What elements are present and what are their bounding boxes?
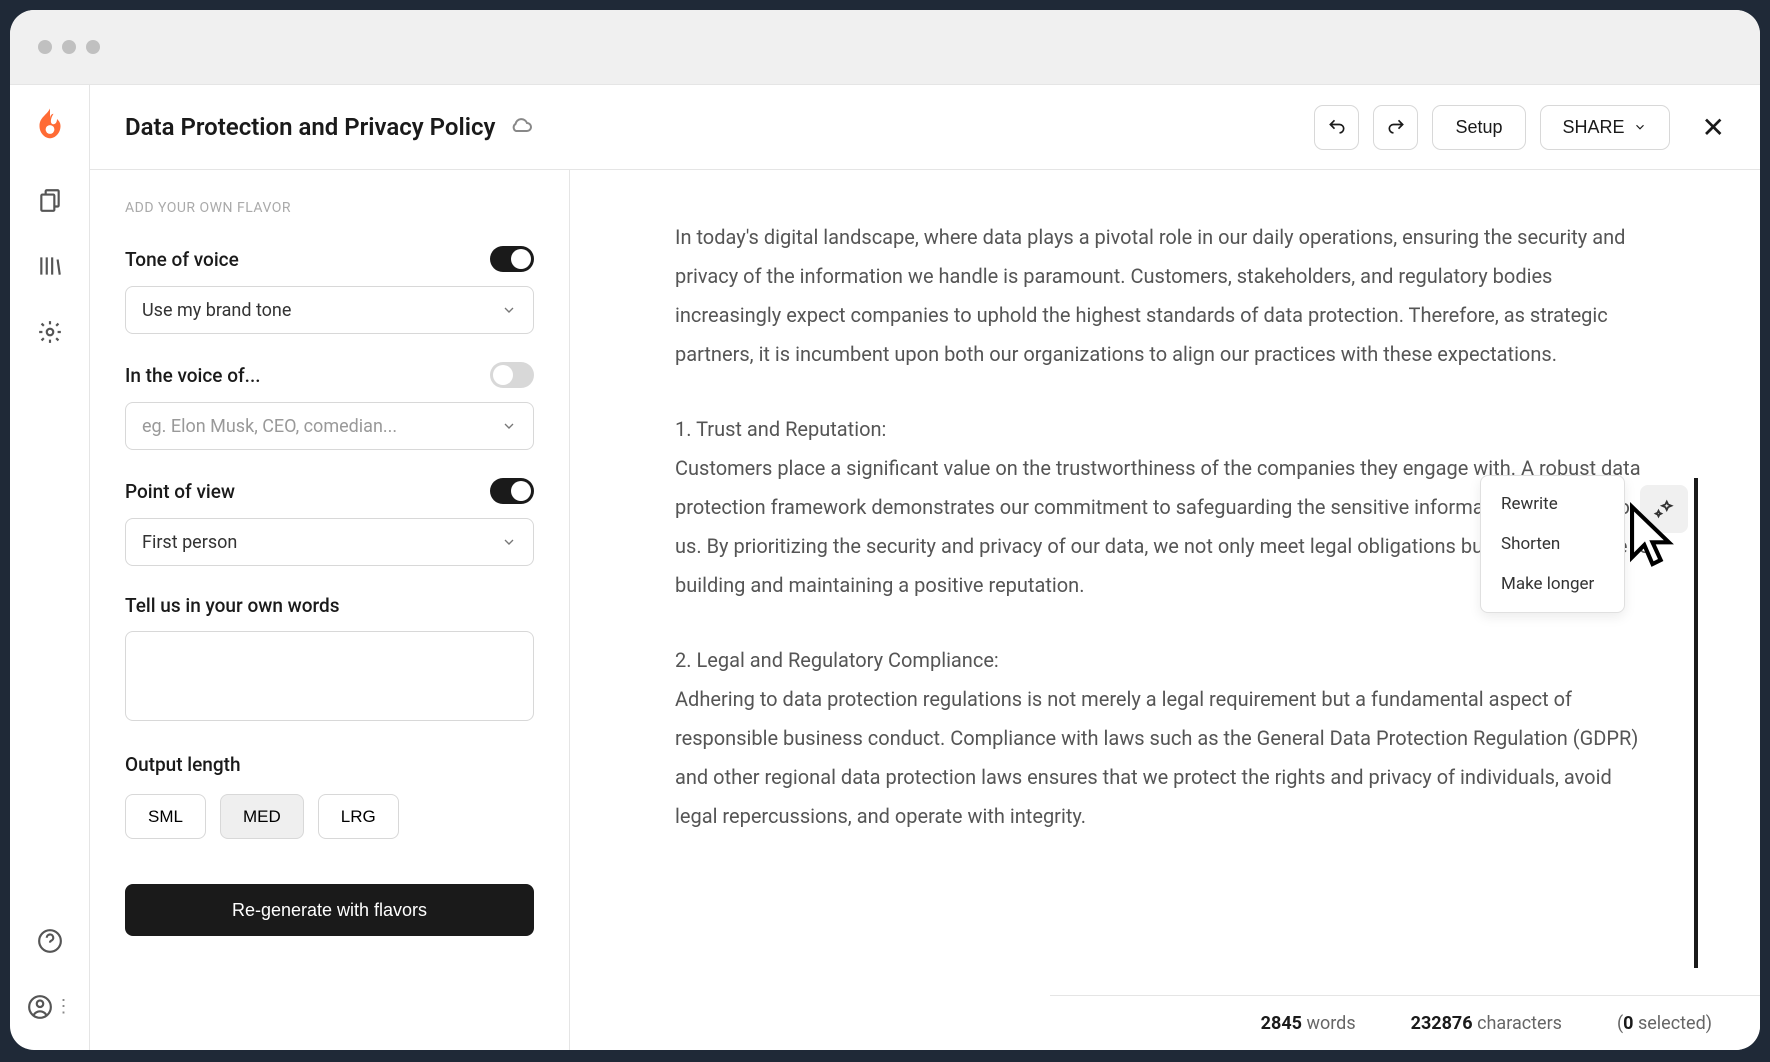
redo-icon bbox=[1386, 117, 1406, 137]
documents-icon[interactable] bbox=[37, 187, 63, 213]
account-icon[interactable] bbox=[27, 994, 53, 1020]
account-menu-dots[interactable]: ⋮ bbox=[55, 998, 73, 1016]
char-count: 232876 characters bbox=[1411, 1013, 1562, 1034]
window-titlebar bbox=[10, 10, 1760, 85]
traffic-light-max[interactable] bbox=[86, 40, 100, 54]
own-words-label: Tell us in your own words bbox=[125, 594, 340, 617]
chevron-down-icon bbox=[501, 302, 517, 318]
setup-button[interactable]: Setup bbox=[1432, 105, 1525, 150]
document-title: Data Protection and Privacy Policy bbox=[125, 113, 495, 141]
voice-label: In the voice of... bbox=[125, 364, 261, 387]
chevron-down-icon bbox=[501, 418, 517, 434]
status-bar: 2845 words 232876 characters (0 selected… bbox=[1050, 995, 1760, 1050]
flavor-panel: ADD YOUR OWN FLAVOR Tone of voice Use my… bbox=[90, 170, 570, 1050]
undo-icon bbox=[1327, 117, 1347, 137]
tone-toggle[interactable] bbox=[490, 246, 534, 272]
help-icon[interactable] bbox=[37, 928, 63, 954]
length-med-button[interactable]: MED bbox=[220, 794, 304, 839]
library-icon[interactable] bbox=[37, 253, 63, 279]
panel-heading: ADD YOUR OWN FLAVOR bbox=[125, 200, 534, 216]
cloud-sync-icon bbox=[509, 115, 533, 139]
pov-value: First person bbox=[142, 532, 237, 553]
tone-select[interactable]: Use my brand tone bbox=[125, 286, 534, 334]
shorten-action[interactable]: Shorten bbox=[1481, 524, 1624, 564]
share-label: SHARE bbox=[1563, 117, 1625, 138]
rewrite-action[interactable]: Rewrite bbox=[1481, 484, 1624, 524]
chevron-down-icon bbox=[1633, 120, 1647, 134]
selected-count: (0 selected) bbox=[1617, 1013, 1712, 1034]
own-words-input[interactable] bbox=[125, 631, 534, 721]
voice-placeholder: eg. Elon Musk, CEO, comedian... bbox=[142, 416, 397, 437]
pov-select[interactable]: First person bbox=[125, 518, 534, 566]
paragraph: In today's digital landscape, where data… bbox=[675, 218, 1655, 374]
regenerate-button[interactable]: Re-generate with flavors bbox=[125, 884, 534, 936]
tone-label: Tone of voice bbox=[125, 248, 239, 271]
pov-toggle[interactable] bbox=[490, 478, 534, 504]
voice-select[interactable]: eg. Elon Musk, CEO, comedian... bbox=[125, 402, 534, 450]
header: Data Protection and Privacy Policy Setup… bbox=[90, 85, 1760, 170]
magic-wand-icon bbox=[1653, 498, 1675, 520]
app-logo-icon bbox=[29, 105, 71, 147]
traffic-light-min[interactable] bbox=[62, 40, 76, 54]
length-sml-button[interactable]: SML bbox=[125, 794, 206, 839]
settings-icon[interactable] bbox=[37, 319, 63, 345]
chevron-down-icon bbox=[501, 534, 517, 550]
ai-actions-menu: Rewrite Shorten Make longer bbox=[1480, 475, 1625, 613]
selection-caret bbox=[1694, 478, 1698, 968]
voice-toggle[interactable] bbox=[490, 362, 534, 388]
make-longer-action[interactable]: Make longer bbox=[1481, 564, 1624, 604]
pov-label: Point of view bbox=[125, 480, 235, 503]
ai-magic-button[interactable] bbox=[1640, 485, 1688, 533]
length-lrg-button[interactable]: LRG bbox=[318, 794, 399, 839]
sidebar: ⋮ bbox=[10, 85, 90, 1050]
length-label: Output length bbox=[125, 753, 241, 776]
tone-value: Use my brand tone bbox=[142, 300, 291, 321]
undo-button[interactable] bbox=[1314, 105, 1359, 150]
word-count: 2845 words bbox=[1261, 1013, 1356, 1034]
traffic-light-close[interactable] bbox=[38, 40, 52, 54]
editor-area[interactable]: In today's digital landscape, where data… bbox=[570, 170, 1760, 1050]
share-button[interactable]: SHARE bbox=[1540, 105, 1670, 150]
paragraph: 2. Legal and Regulatory Compliance: Adhe… bbox=[675, 641, 1655, 836]
close-button[interactable]: ✕ bbox=[1702, 111, 1725, 144]
app-window: ⋮ Data Protection and Privacy Policy Set… bbox=[10, 10, 1760, 1050]
redo-button[interactable] bbox=[1373, 105, 1418, 150]
